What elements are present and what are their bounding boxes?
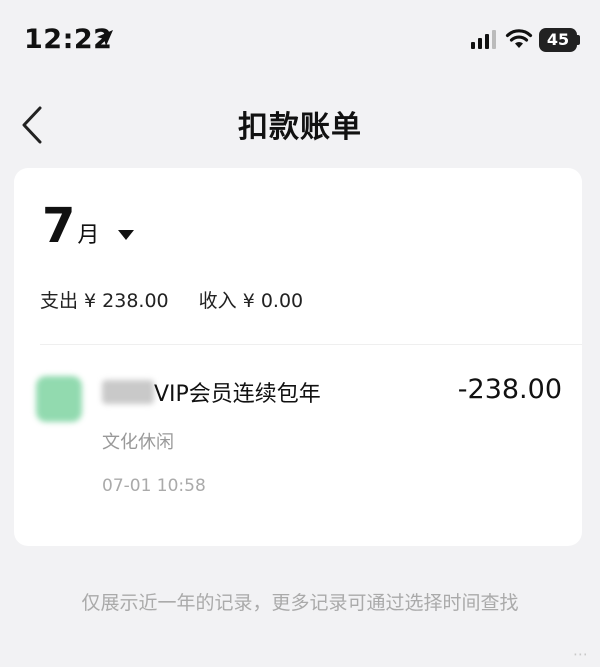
month-number: 7 [42,198,76,254]
month-selector[interactable]: 7月 [42,198,135,254]
battery-icon: 45 [539,28,577,52]
status-bar: 12:22 45 [0,0,600,80]
nav-bar: 扣款账单 [0,90,600,160]
bill-item[interactable]: VIP会员连续包年 -238.00 文化休闲 07-01 10:58 [14,358,582,508]
bill-item-category: 文化休闲 [102,432,174,453]
month-summary: 支出 ¥ 238.00 收入 ¥ 0.00 [40,286,303,313]
page-title: 扣款账单 [238,110,362,145]
cellular-signal-icon [471,30,496,49]
merchant-logo-blurred [36,376,82,422]
bill-item-time: 07-01 10:58 [102,476,206,496]
bill-item-name: VIP会员连续包年 [154,382,321,407]
income-total: 收入 ¥ 0.00 [198,290,304,312]
expense-total: 支出 ¥ 238.00 [40,290,169,312]
watermark: ⋯ [573,645,588,663]
divider [40,344,582,345]
bill-item-amount: -238.00 [457,374,562,405]
merchant-name-blurred [102,380,154,404]
bill-card: 7月 支出 ¥ 238.00 收入 ¥ 0.00 VIP会员连续包年 -238.0… [14,168,582,546]
location-arrow-icon [97,30,113,46]
dropdown-caret-icon[interactable] [117,229,135,241]
wifi-icon [505,29,533,48]
battery-cap [577,35,580,45]
footer-note: 仅展示近一年的记录，更多记录可通过选择时间查找 [81,592,519,614]
month-unit: 月 [77,223,100,248]
